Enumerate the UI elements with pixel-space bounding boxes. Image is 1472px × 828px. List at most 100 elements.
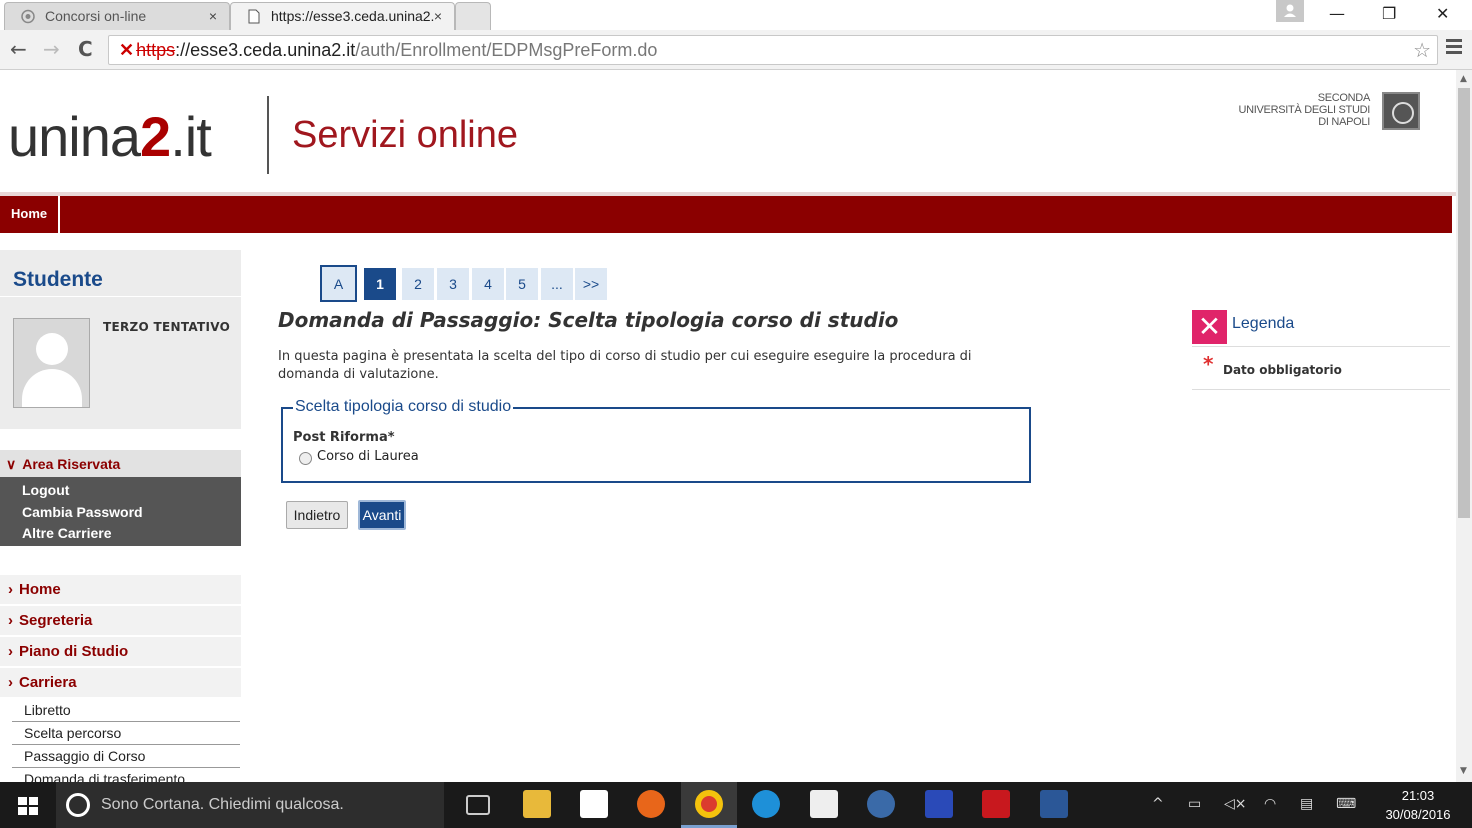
pager-step-1[interactable]: 1	[364, 268, 396, 300]
clock-time: 21:03	[1401, 788, 1435, 803]
required-star-icon: *	[1203, 352, 1214, 376]
sidebar-subitem-passaggio[interactable]: Passaggio di Corso	[12, 746, 240, 768]
notifications-icon[interactable]: ▤	[1300, 796, 1313, 812]
internet-explorer-icon[interactable]	[752, 790, 780, 818]
bank-app-icon[interactable]	[925, 790, 953, 818]
scroll-up-icon[interactable]: ▲	[1460, 74, 1467, 84]
tray-chevron-up-icon[interactable]: ^	[1152, 796, 1164, 812]
chevron-right-icon: ›	[8, 674, 13, 691]
student-box: Studente TERZO TENTATIVO	[0, 250, 241, 429]
corso-laurea-label[interactable]: Corso di Laurea	[317, 449, 419, 464]
address-toolbar: ← → C ✕ https://esse3.ceda.unina2.it/auth…	[0, 30, 1472, 70]
url-scheme: https	[136, 40, 176, 60]
fieldset-legend: Scelta tipologia corso di studio	[293, 398, 514, 416]
close-window-button[interactable]: ✕	[1436, 4, 1449, 23]
pager-step-a[interactable]: A	[320, 265, 357, 302]
windows-start-icon[interactable]	[18, 797, 38, 815]
site-logo[interactable]: unina2.it	[8, 104, 212, 169]
site-subtitle: Servizi online	[292, 114, 518, 156]
intro-text: In questa pagina è presentata la scelta …	[278, 349, 972, 382]
store-icon[interactable]	[580, 790, 608, 818]
reload-icon[interactable]: C	[78, 37, 93, 61]
app-icon[interactable]	[867, 790, 895, 818]
keyboard-icon[interactable]: ⌨	[1336, 796, 1356, 812]
close-tab-icon[interactable]: ×	[209, 8, 217, 24]
new-tab-button[interactable]	[455, 2, 491, 30]
required-legend-text: Dato obbligatorio	[1223, 363, 1342, 377]
forward-arrow-icon[interactable]: →	[43, 37, 60, 61]
volume-muted-icon[interactable]: ◁×	[1224, 796, 1247, 812]
sidebar-subitem-libretto[interactable]: Libretto	[12, 700, 240, 722]
pager-step-3[interactable]: 3	[437, 268, 469, 300]
cortana-placeholder: Sono Cortana. Chiedimi qualcosa.	[101, 796, 344, 813]
area-riservata-header[interactable]: ∨ Area Riservata	[0, 450, 241, 477]
url-host: ://esse3.ceda.unina2.it	[175, 40, 356, 60]
page-scrollbar[interactable]: ▲ ▼	[1456, 70, 1472, 782]
other-careers-link[interactable]: Altre Carriere	[0, 525, 241, 547]
sidebar: Studente TERZO TENTATIVO ∨ Area Riservata…	[0, 250, 241, 782]
task-view-icon[interactable]	[466, 795, 490, 815]
pager-next[interactable]: >>	[575, 268, 607, 300]
tab-title: https://esse3.ceda.unina2.	[271, 8, 435, 24]
sidebar-item-carriera[interactable]: › Carriera	[0, 668, 241, 697]
minimize-button[interactable]: —	[1329, 4, 1345, 23]
scroll-thumb[interactable]	[1458, 88, 1470, 518]
firefox-icon[interactable]	[637, 790, 665, 818]
sidebar-item-piano-studio[interactable]: › Piano di Studio	[0, 637, 241, 666]
chrome-icon[interactable]	[695, 790, 723, 818]
close-tab-icon[interactable]: ×	[434, 8, 442, 24]
sidebar-subitem-scelta-percorso[interactable]: Scelta percorso	[12, 723, 240, 745]
site-header: unina2.it Servizi online SECONDA UNIVERS…	[0, 70, 1456, 192]
logout-link[interactable]: Logout	[0, 482, 241, 504]
user-profile-icon[interactable]	[1276, 0, 1304, 22]
nav-home-link[interactable]: Home	[0, 196, 61, 233]
corso-laurea-radio[interactable]	[299, 452, 312, 465]
divider	[1192, 346, 1450, 347]
scroll-down-icon[interactable]: ▼	[1460, 766, 1467, 776]
student-title: Studente	[13, 268, 103, 291]
wifi-icon[interactable]: ◠	[1264, 796, 1276, 812]
seven-zip-icon[interactable]	[810, 790, 838, 818]
restore-button[interactable]: ❐	[1382, 4, 1396, 23]
pager-step-2[interactable]: 2	[402, 268, 434, 300]
tab-concorsi[interactable]: Concorsi on-line ×	[4, 2, 230, 30]
back-arrow-icon[interactable]: ←	[10, 37, 27, 61]
cortana-icon	[66, 793, 90, 817]
url-input[interactable]: ✕ https://esse3.ceda.unina2.it/auth/Enrol…	[108, 35, 1438, 65]
avatar-icon	[13, 318, 90, 408]
web-page: unina2.it Servizi online SECONDA UNIVERS…	[0, 70, 1456, 782]
chrome-menu-icon[interactable]	[1446, 39, 1462, 57]
course-type-fieldset	[281, 407, 1031, 483]
bookmark-star-icon[interactable]: ☆	[1413, 38, 1431, 63]
pager-step-5[interactable]: 5	[506, 268, 538, 300]
university-name: SECONDA UNIVERSITÀ DEGLI STUDI DI NAPOLI	[1232, 92, 1370, 128]
word-icon[interactable]	[1040, 790, 1068, 818]
chevron-down-icon: ∨	[6, 456, 17, 472]
acrobat-icon[interactable]	[982, 790, 1010, 818]
university-line: SECONDA	[1317, 92, 1371, 104]
file-explorer-icon[interactable]	[523, 790, 551, 818]
taskbar-clock[interactable]: 21:03 30/08/2016	[1370, 786, 1466, 824]
next-button[interactable]: Avanti	[358, 500, 406, 530]
chevron-right-icon: ›	[8, 612, 13, 629]
sidebar-subitem-trasferimento[interactable]: Domanda di trasferimento	[12, 769, 240, 782]
sidebar-item-segreteria[interactable]: › Segreteria	[0, 606, 241, 635]
tab-esse3[interactable]: https://esse3.ceda.unina2. ×	[230, 2, 455, 30]
page-favicon-icon	[21, 9, 35, 24]
legend-x-icon: ✕	[1192, 310, 1227, 344]
document-icon	[248, 9, 260, 24]
tab-title: Concorsi on-line	[45, 8, 147, 24]
student-name: TERZO TENTATIVO	[103, 320, 231, 334]
area-riservata-list: Logout Cambia Password Altre Carriere	[0, 477, 241, 546]
cortana-search-input[interactable]: Sono Cortana. Chiedimi qualcosa.	[56, 782, 444, 828]
chevron-right-icon: ›	[8, 581, 13, 598]
university-line: DI NAPOLI	[1318, 116, 1370, 128]
battery-icon[interactable]: ▭	[1188, 796, 1201, 812]
change-password-link[interactable]: Cambia Password	[0, 504, 241, 526]
sidebar-item-home[interactable]: › Home	[0, 575, 241, 604]
main-navbar: Home	[0, 196, 1452, 233]
windows-taskbar: Sono Cortana. Chiedimi qualcosa. ^ ▭ ◁× …	[0, 782, 1472, 828]
pager-step-4[interactable]: 4	[472, 268, 504, 300]
pager-ellipsis[interactable]: ...	[541, 268, 573, 300]
back-button[interactable]: Indietro	[286, 501, 348, 529]
